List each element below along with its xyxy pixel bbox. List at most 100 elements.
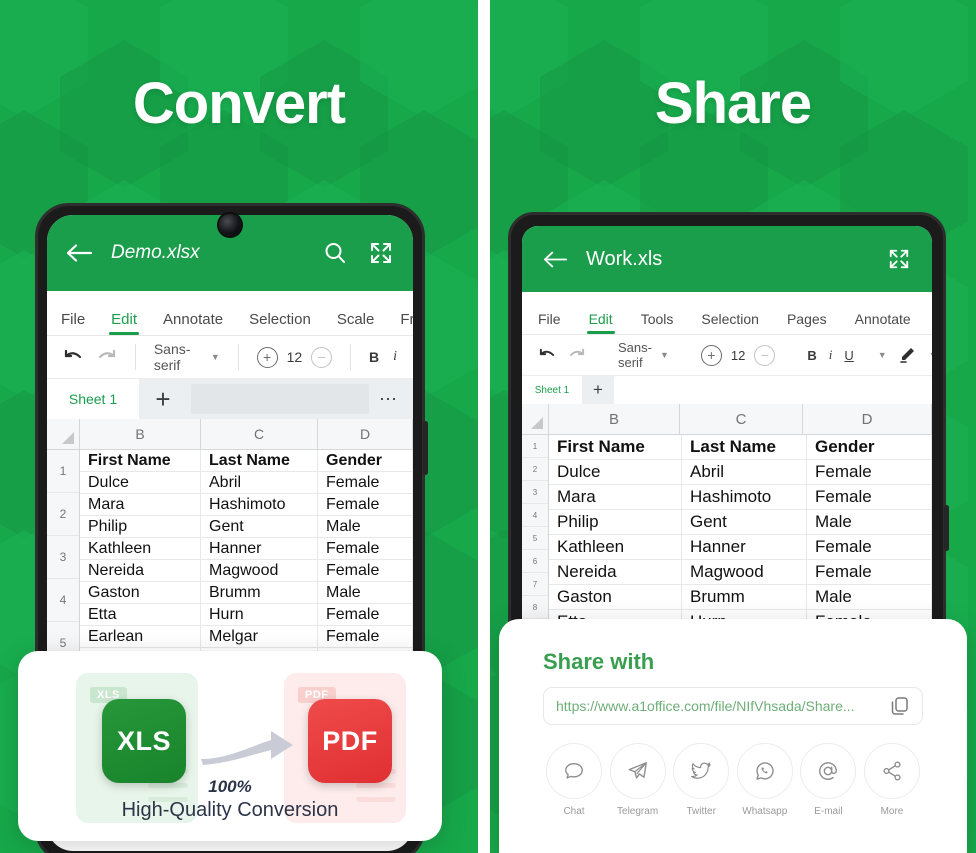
table-row[interactable]: Kathleen Hanner Female	[80, 538, 413, 560]
arrow-left-icon[interactable]	[67, 244, 93, 262]
tab-edit[interactable]: Edit	[109, 311, 139, 335]
cell-c[interactable]: Abril	[201, 472, 318, 493]
row-header[interactable]: 3	[47, 536, 79, 579]
plus-icon[interactable]: +	[139, 379, 187, 419]
cell-b[interactable]: Gaston	[549, 585, 682, 609]
italic-button[interactable]: i	[829, 347, 833, 363]
row-header[interactable]: 2	[522, 458, 548, 481]
chevron-down-icon[interactable]: ▼	[929, 350, 932, 360]
tab-freeze[interactable]: Fre	[400, 311, 413, 335]
table-row[interactable]: Earlean Melgar Female	[80, 626, 413, 648]
table-row[interactable]: Dulce Abril Female	[549, 460, 932, 485]
cell-c[interactable]: Last Name	[201, 450, 318, 471]
cell-c[interactable]: Magwood	[682, 560, 807, 584]
row-header[interactable]: 5	[522, 527, 548, 550]
table-row[interactable]: Nereida Magwood Female	[80, 560, 413, 582]
font-family-select[interactable]: Sans-serif ▼	[154, 341, 220, 373]
cell-d[interactable]: Female	[318, 626, 413, 647]
tab-file[interactable]: File	[61, 311, 85, 335]
redo-icon[interactable]	[568, 348, 586, 362]
minus-circle-icon[interactable]: −	[754, 344, 776, 366]
column-header-d[interactable]: D	[318, 419, 413, 449]
cell-d[interactable]: Female	[807, 535, 932, 559]
cell-c[interactable]: Brumm	[201, 582, 318, 603]
plus-icon[interactable]: +	[582, 376, 614, 404]
cell-c[interactable]: Melgar	[201, 626, 318, 647]
share-target-email[interactable]: E-mail	[797, 743, 859, 817]
table-row[interactable]: Philip Gent Male	[80, 516, 413, 538]
cell-b[interactable]: Nereida	[549, 560, 682, 584]
sheet-tab[interactable]: Sheet 1	[47, 379, 139, 419]
minus-circle-icon[interactable]: −	[311, 346, 333, 368]
cell-b[interactable]: Dulce	[80, 472, 201, 493]
cell-b[interactable]: Gaston	[80, 582, 201, 603]
plus-circle-icon[interactable]: +	[256, 346, 278, 368]
table-row[interactable]: First Name Last Name Gender	[80, 450, 413, 472]
cell-b[interactable]: Kathleen	[549, 535, 682, 559]
row-header[interactable]: 1	[522, 435, 548, 458]
cell-b[interactable]: First Name	[549, 435, 682, 459]
cell-d[interactable]: Gender	[807, 435, 932, 459]
cell-b[interactable]: Nereida	[80, 560, 201, 581]
font-size-stepper[interactable]: + 12 −	[700, 344, 776, 366]
cell-c[interactable]: Hurn	[201, 604, 318, 625]
cell-b[interactable]: Mara	[549, 485, 682, 509]
share-target-chat[interactable]: Chat	[543, 743, 605, 817]
cell-c[interactable]: Hashimoto	[201, 494, 318, 515]
cell-b[interactable]: Philip	[80, 516, 201, 537]
cell-b[interactable]: Kathleen	[80, 538, 201, 559]
cell-c[interactable]: Gent	[201, 516, 318, 537]
tab-edit[interactable]: Edit	[586, 311, 615, 334]
select-all-corner[interactable]	[522, 404, 549, 434]
cell-d[interactable]: Female	[318, 494, 413, 515]
italic-button[interactable]: i	[393, 349, 397, 365]
font-size-stepper[interactable]: + 12 −	[256, 346, 333, 368]
redo-icon[interactable]	[97, 349, 117, 365]
cell-c[interactable]: Hashimoto	[682, 485, 807, 509]
row-header[interactable]: 2	[47, 493, 79, 536]
tab-file[interactable]: File	[538, 311, 561, 334]
cell-d[interactable]: Female	[318, 560, 413, 581]
row-header[interactable]: 3	[522, 481, 548, 504]
undo-icon[interactable]	[63, 349, 83, 365]
table-row[interactable]: Mara Hashimoto Female	[80, 494, 413, 516]
arrow-left-icon[interactable]	[544, 251, 568, 268]
table-row[interactable]: First Name Last Name Gender	[549, 435, 932, 460]
select-all-corner[interactable]	[47, 419, 80, 449]
share-target-telegram[interactable]: Telegram	[607, 743, 669, 817]
cell-b[interactable]: Philip	[549, 510, 682, 534]
tablet-side-button[interactable]	[944, 505, 949, 551]
table-row[interactable]: Philip Gent Male	[549, 510, 932, 535]
column-header-b[interactable]: B	[549, 404, 680, 434]
share-target-more[interactable]: More	[861, 743, 923, 817]
cell-d[interactable]: Male	[807, 510, 932, 534]
underline-button[interactable]: U	[844, 348, 853, 363]
column-header-d[interactable]: D	[803, 404, 932, 434]
cell-c[interactable]: Abril	[682, 460, 807, 484]
cell-d[interactable]: Male	[807, 585, 932, 609]
table-row[interactable]: Gaston Brumm Male	[549, 585, 932, 610]
font-family-select[interactable]: Sans-serif ▼	[618, 340, 669, 370]
table-row[interactable]: Dulce Abril Female	[80, 472, 413, 494]
cell-d[interactable]: Female	[807, 460, 932, 484]
table-row[interactable]: Mara Hashimoto Female	[549, 485, 932, 510]
cell-d[interactable]: Female	[807, 560, 932, 584]
cell-d[interactable]: Male	[318, 582, 413, 603]
cell-d[interactable]: Male	[318, 516, 413, 537]
table-row[interactable]: Gaston Brumm Male	[80, 582, 413, 604]
tab-tools[interactable]: Tools	[641, 311, 674, 334]
cell-b[interactable]: Earlean	[80, 626, 201, 647]
row-header[interactable]: 6	[522, 550, 548, 573]
cell-c[interactable]: Brumm	[682, 585, 807, 609]
column-header-b[interactable]: B	[80, 419, 201, 449]
tab-selection[interactable]: Selection	[701, 311, 759, 334]
row-header[interactable]: 8	[522, 596, 548, 619]
bold-button[interactable]: B	[807, 348, 816, 363]
share-link-field[interactable]: https://www.a1office.com/file/NIfVhsada/…	[543, 687, 923, 725]
cell-d[interactable]: Female	[318, 538, 413, 559]
row-header[interactable]: 4	[522, 504, 548, 527]
cell-b[interactable]: First Name	[80, 450, 201, 471]
cell-d[interactable]: Gender	[318, 450, 413, 471]
highlighter-icon[interactable]	[899, 347, 917, 363]
fullscreen-icon[interactable]	[369, 241, 393, 265]
